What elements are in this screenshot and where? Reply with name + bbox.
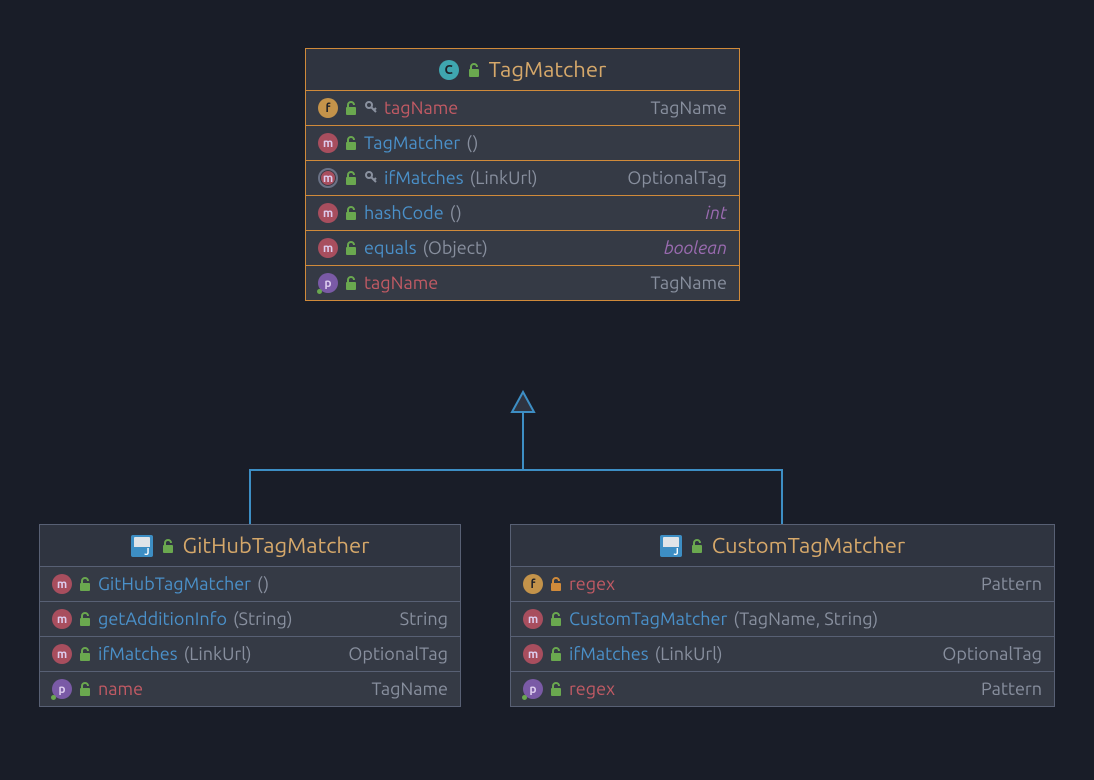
- member-name: TagMatcher: [364, 133, 460, 153]
- member-row[interactable]: m TagMatcher (): [306, 125, 739, 160]
- property-icon: p: [318, 273, 338, 293]
- lock-icon: [549, 611, 563, 627]
- param-list: (LinkUrl): [184, 644, 252, 664]
- lock-icon: [344, 135, 358, 151]
- method-icon: m: [318, 203, 338, 223]
- param-list: (String): [233, 609, 293, 629]
- member-row[interactable]: p regex Pattern: [511, 671, 1054, 706]
- param-list: (Object): [423, 238, 488, 258]
- method-icon: m: [318, 133, 338, 153]
- field-icon: f: [318, 98, 338, 118]
- return-type: OptionalTag: [348, 644, 448, 664]
- member-name: equals: [364, 238, 417, 258]
- member-row[interactable]: f tagName TagName: [306, 90, 739, 125]
- return-type: TagName: [372, 679, 448, 699]
- lock-icon: [78, 681, 92, 697]
- abstract-method-icon: m: [318, 168, 338, 188]
- lock-icon: [78, 646, 92, 662]
- member-name: CustomTagMatcher: [569, 609, 727, 629]
- java-file-icon: [131, 535, 153, 557]
- class-box-tagmatcher[interactable]: C TagMatcher f tagName TagName m TagMatcher (…: [305, 48, 740, 301]
- class-header: GitHubTagMatcher: [40, 525, 460, 566]
- member-row[interactable]: m ifMatches (LinkUrl) OptionalTag: [511, 636, 1054, 671]
- member-name: name: [98, 679, 143, 699]
- member-row[interactable]: p name TagName: [40, 671, 460, 706]
- param-list: (): [450, 203, 462, 223]
- member-row[interactable]: m ifMatches (LinkUrl) OptionalTag: [40, 636, 460, 671]
- member-rows: f regex Pattern m CustomTagMatcher (TagName, …: [511, 566, 1054, 706]
- return-type: int: [705, 203, 727, 223]
- method-icon: m: [523, 644, 543, 664]
- lock-open-icon: [161, 538, 175, 554]
- class-header: C TagMatcher: [306, 49, 739, 90]
- return-type: Pattern: [981, 679, 1042, 699]
- member-name: tagName: [384, 98, 458, 118]
- class-box-customtagmatcher[interactable]: CustomTagMatcher f regex Pattern m CustomTag…: [510, 524, 1055, 707]
- return-type: Pattern: [981, 574, 1042, 594]
- lock-icon: [549, 646, 563, 662]
- lock-open-icon: [467, 62, 481, 78]
- member-name: GitHubTagMatcher: [98, 574, 251, 594]
- member-name: tagName: [364, 273, 438, 293]
- class-box-githubtagmatcher[interactable]: GitHubTagMatcher m GitHubTagMatcher () m get…: [39, 524, 461, 707]
- class-title: CustomTagMatcher: [712, 533, 906, 558]
- member-name: regex: [569, 679, 615, 699]
- field-icon: f: [523, 574, 543, 594]
- class-header: CustomTagMatcher: [511, 525, 1054, 566]
- return-type: TagName: [651, 273, 727, 293]
- param-list: (LinkUrl): [655, 644, 723, 664]
- lock-icon: [78, 611, 92, 627]
- member-name: ifMatches: [98, 644, 178, 664]
- key-icon: [364, 100, 378, 116]
- member-rows: m GitHubTagMatcher () m getAdditionInfo (Stri…: [40, 566, 460, 706]
- lock-icon: [344, 100, 358, 116]
- member-row[interactable]: f regex Pattern: [511, 566, 1054, 601]
- param-list: (): [466, 133, 478, 153]
- lock-icon: [549, 681, 563, 697]
- member-name: ifMatches: [384, 168, 464, 188]
- member-row[interactable]: p tagName TagName: [306, 265, 739, 300]
- member-name: regex: [569, 574, 615, 594]
- member-row[interactable]: m hashCode () int: [306, 195, 739, 230]
- class-title: GitHubTagMatcher: [183, 533, 370, 558]
- member-row[interactable]: m GitHubTagMatcher (): [40, 566, 460, 601]
- class-title: TagMatcher: [489, 57, 607, 82]
- param-list: (LinkUrl): [470, 168, 538, 188]
- return-type: OptionalTag: [627, 168, 727, 188]
- method-icon: m: [523, 609, 543, 629]
- member-row[interactable]: m equals (Object) boolean: [306, 230, 739, 265]
- return-type: TagName: [651, 98, 727, 118]
- lock-icon: [78, 576, 92, 592]
- property-icon: p: [52, 679, 72, 699]
- member-name: hashCode: [364, 203, 444, 223]
- member-name: getAdditionInfo: [98, 609, 227, 629]
- member-row[interactable]: m ifMatches (LinkUrl) OptionalTag: [306, 160, 739, 195]
- return-type: OptionalTag: [942, 644, 1042, 664]
- java-file-icon: [660, 535, 682, 557]
- member-row[interactable]: m CustomTagMatcher (TagName, String): [511, 601, 1054, 636]
- class-icon: C: [439, 60, 459, 80]
- property-icon: p: [523, 679, 543, 699]
- return-type: String: [400, 609, 448, 629]
- lock-icon: [344, 275, 358, 291]
- lock-icon: [344, 170, 358, 186]
- member-name: ifMatches: [569, 644, 649, 664]
- method-icon: m: [52, 574, 72, 594]
- member-rows: f tagName TagName m TagMatcher () m ifMatches (L…: [306, 90, 739, 300]
- param-list: (): [257, 574, 269, 594]
- return-type: boolean: [664, 238, 727, 258]
- method-icon: m: [318, 238, 338, 258]
- method-icon: m: [52, 644, 72, 664]
- lock-icon: [549, 576, 563, 592]
- lock-icon: [344, 240, 358, 256]
- key-icon: [364, 170, 378, 186]
- member-row[interactable]: m getAdditionInfo (String) String: [40, 601, 460, 636]
- param-list: (TagName, String): [733, 609, 878, 629]
- lock-icon: [344, 205, 358, 221]
- method-icon: m: [52, 609, 72, 629]
- lock-open-icon: [690, 538, 704, 554]
